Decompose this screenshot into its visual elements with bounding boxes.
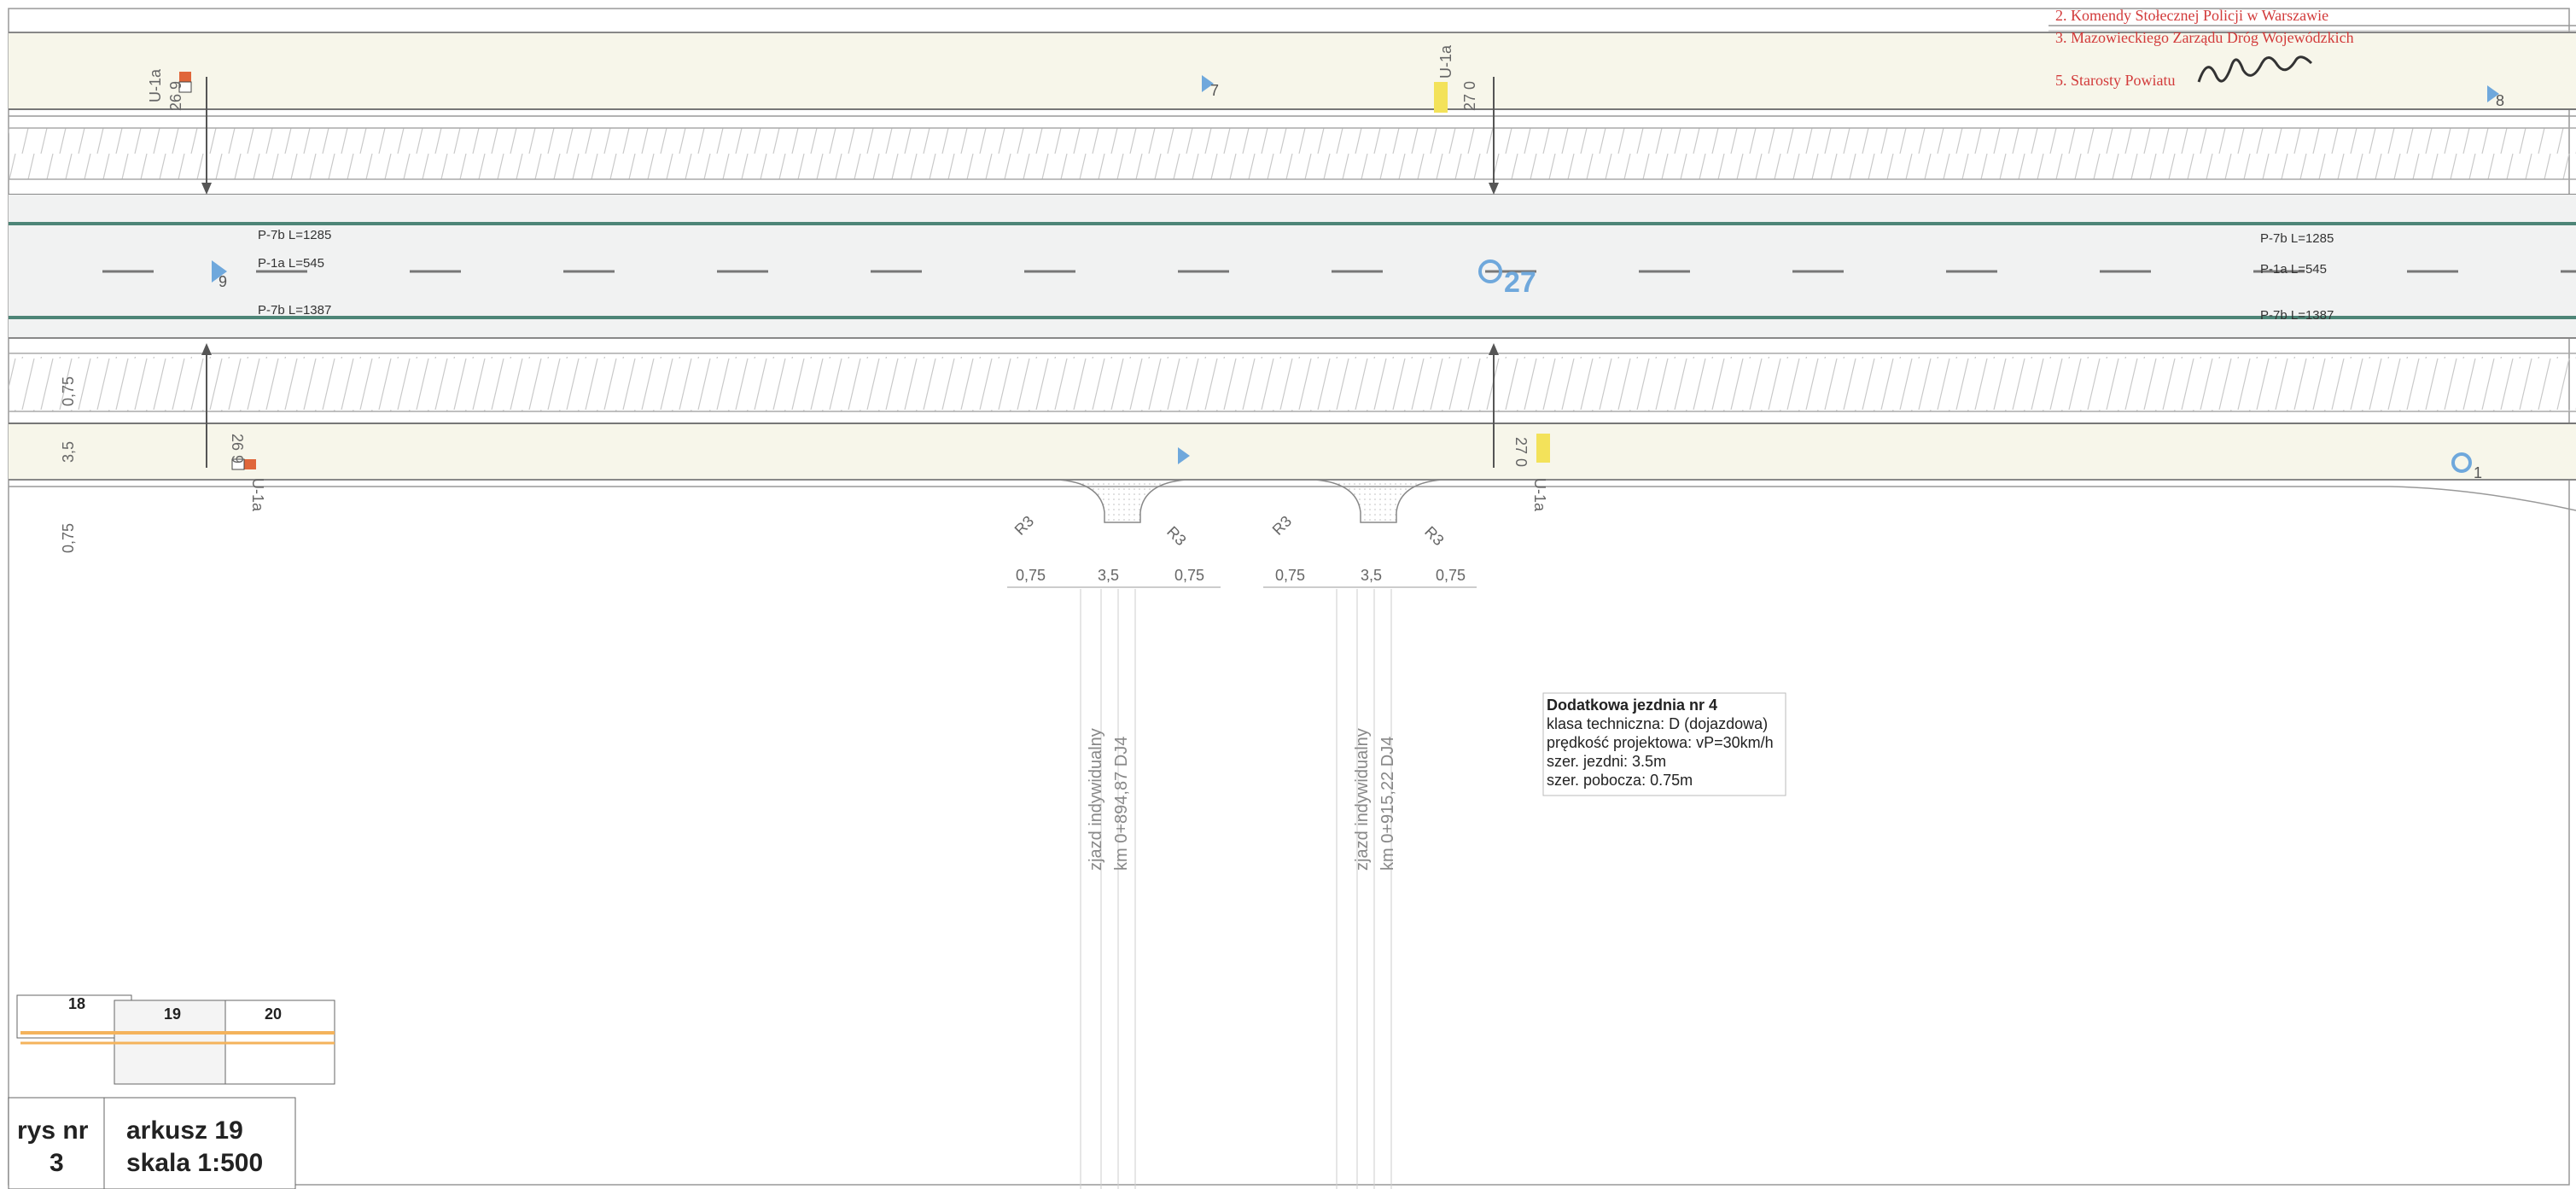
dw2-r3-right: R3 xyxy=(1421,523,1447,549)
south-slope-hatch xyxy=(9,357,2576,411)
marking-label-2: P-1a L=545 xyxy=(258,256,324,271)
sheet-20[interactable]: 20 xyxy=(265,1005,282,1023)
side-dim-2: 3,5 xyxy=(60,441,77,463)
dw1-dim-right: 0,75 xyxy=(1174,567,1204,584)
dw2-dim-right: 0,75 xyxy=(1436,567,1466,584)
info-title: Dodatkowa jezdnia nr 4 xyxy=(1547,696,1717,714)
drawing-frame xyxy=(8,8,2570,1186)
dw1-dim-left: 0,75 xyxy=(1016,567,1046,584)
dw2-r3-left: R3 xyxy=(1269,512,1295,538)
info-box: Dodatkowa jezdnia nr 4 klasa techniczna:… xyxy=(1542,692,1786,796)
dw2-dim-left: 0,75 xyxy=(1275,567,1305,584)
marking-label-6: P-7b L=1387 xyxy=(2260,308,2334,323)
drawing-no-value: 3 xyxy=(50,1149,64,1177)
sign-num-ne: 27 0 xyxy=(1461,81,1478,111)
dw2-dim-mid: 3,5 xyxy=(1361,567,1382,584)
dw1-r3-left: R3 xyxy=(1011,512,1037,538)
info-line-2: prędkość projektowa: vP=30km/h xyxy=(1547,734,1774,751)
marking-label-3: P-7b L=1387 xyxy=(258,303,331,318)
side-dim-3: 0,75 xyxy=(60,523,77,553)
scale-label: skala 1:500 xyxy=(126,1149,263,1177)
station-number-sm-1: 9 xyxy=(219,273,227,290)
marking-label-1: P-7b L=1285 xyxy=(258,228,331,242)
svg-text:5. Starosty Powiatu: 5. Starosty Powiatu xyxy=(2055,72,2176,89)
sign-post-se xyxy=(1536,434,1550,463)
dw2-km: km 0+915,22 DJ4 xyxy=(1378,737,1397,871)
dw1-label: zjazd indywidualny xyxy=(1087,728,1105,871)
sign-post-ne xyxy=(1434,82,1448,113)
info-line-1: klasa techniczna: D (dojazdowa) xyxy=(1547,715,1768,732)
dw1-r3-right: R3 xyxy=(1163,523,1189,549)
side-dim-1: 0,75 xyxy=(60,376,77,406)
title-block: rys nr 3 arkusz 19 skala 1:500 xyxy=(8,1097,296,1189)
sheet-18[interactable]: 18 xyxy=(68,995,85,1012)
road-plan: P-7b L=1285 P-1a L=545 P-7b L=1387 P-7b … xyxy=(8,7,2576,1189)
drawing-canvas: P-7b L=1285 P-1a L=545 P-7b L=1387 P-7b … xyxy=(0,0,2576,1189)
drawing-no-label: rys nr xyxy=(17,1116,89,1145)
sheet-index: 18 19 20 xyxy=(16,994,335,1085)
sign-num-nw: 26 9 xyxy=(167,81,184,111)
south-verge xyxy=(9,423,2576,480)
station-number-sm-3: 8 xyxy=(2496,92,2504,109)
sign-label-nw: U-1a xyxy=(147,68,164,102)
sign-label-sw: U-1a xyxy=(249,478,266,512)
sign-num-sw: 26 9 xyxy=(229,434,246,463)
station-number: 27 xyxy=(1504,266,1536,299)
sheet-label: arkusz 19 xyxy=(126,1116,243,1145)
sign-label-se: U-1a xyxy=(1531,478,1548,512)
station-number-sm-4: 1 xyxy=(2474,464,2482,481)
marking-label-5: P-1a L=545 xyxy=(2260,262,2327,277)
sign-num-se: 27 0 xyxy=(1512,437,1530,467)
marking-label-4: P-7b L=1285 xyxy=(2260,231,2334,246)
sheet-19[interactable]: 19 xyxy=(164,1005,181,1023)
svg-text:2. Komendy Stołecznej Policji: 2. Komendy Stołecznej Policji w Warszawi… xyxy=(2055,7,2328,24)
info-line-3: szer. jezdni: 3.5m xyxy=(1547,753,1666,770)
dw2-label: zjazd indywidualny xyxy=(1353,728,1372,871)
dw1-km: km 0+894,87 DJ4 xyxy=(1112,737,1131,871)
svg-text:3. Mazowieckiego Zarządu Dróg: 3. Mazowieckiego Zarządu Dróg Wojewódzki… xyxy=(2055,29,2354,46)
info-line-4: szer. pobocza: 0.75m xyxy=(1547,772,1693,789)
dw1-dim-mid: 3,5 xyxy=(1098,567,1119,584)
sign-label-ne: U-1a xyxy=(1437,44,1454,79)
north-slope-hatch xyxy=(9,128,2576,179)
station-number-sm-2: 7 xyxy=(1210,82,1219,99)
